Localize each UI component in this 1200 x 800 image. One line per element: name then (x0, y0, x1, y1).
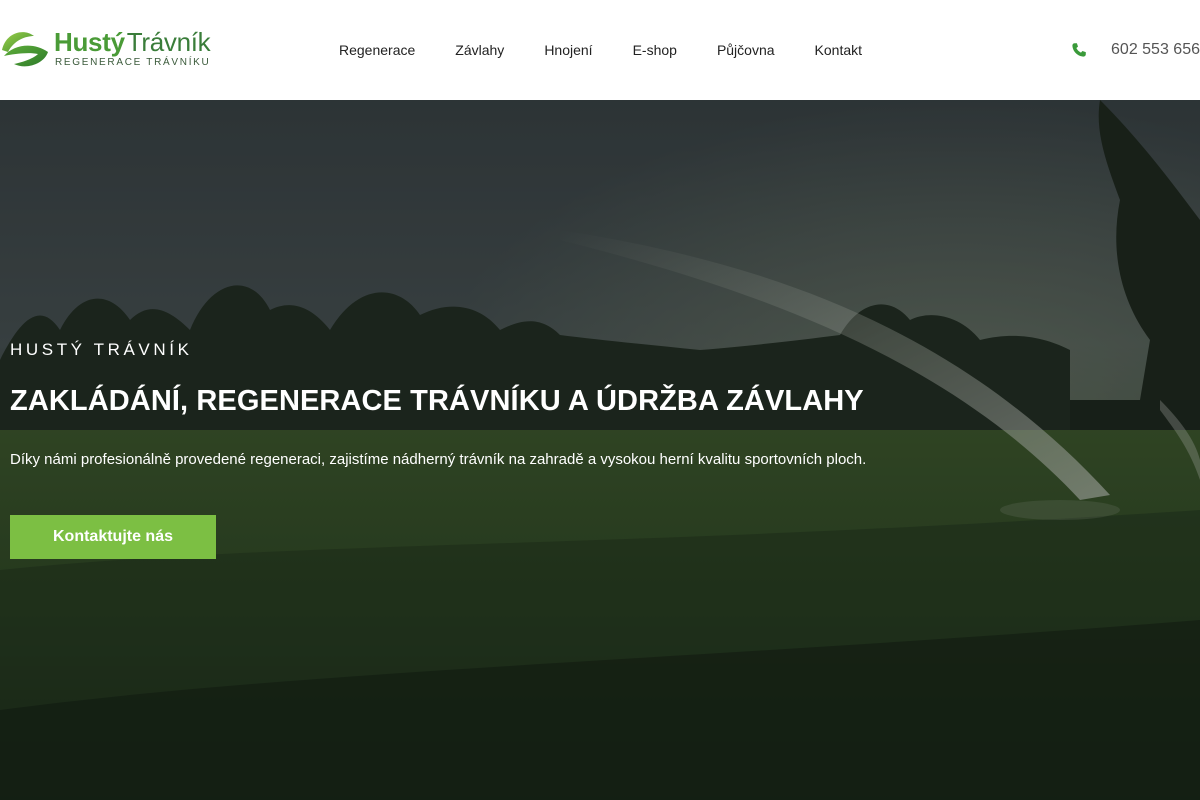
contact-us-button[interactable]: Kontaktujte nás (10, 515, 216, 559)
nav-item-regenerace[interactable]: Regenerace (319, 0, 435, 100)
nav-item-hnojeni[interactable]: Hnojení (524, 0, 612, 100)
phone-contact[interactable]: 602 553 656 (1071, 0, 1200, 100)
hero-kicker: HUSTÝ TRÁVNÍK (10, 340, 193, 359)
site-header: HustýTrávník REGENERACE TRÁVNÍKU Regener… (0, 0, 1200, 100)
leaf-logo-icon (2, 32, 48, 67)
logo-tagline: REGENERACE TRÁVNÍKU (55, 57, 211, 68)
nav-item-pujcovna[interactable]: Půjčovna (697, 0, 795, 100)
phone-number[interactable]: 602 553 656 (1111, 41, 1200, 59)
logo-title-part2: Trávník (126, 27, 211, 57)
hero-description: Díky námi profesionálně provedené regene… (10, 451, 867, 468)
hero-title: ZAKLÁDÁNÍ, REGENERACE TRÁVNÍKU A ÚDRŽBA … (10, 385, 864, 417)
phone-icon (1072, 43, 1086, 57)
logo-title-part1: Hustý (54, 27, 125, 57)
hero-section: HUSTÝ TRÁVNÍK ZAKLÁDÁNÍ, REGENERACE TRÁV… (0, 100, 1200, 800)
nav-item-zavlahy[interactable]: Závlahy (435, 0, 524, 100)
nav-item-kontakt[interactable]: Kontakt (795, 0, 882, 100)
hero-overlay (0, 100, 1200, 800)
logo[interactable]: HustýTrávník REGENERACE TRÁVNÍKU (0, 26, 211, 70)
nav-item-eshop[interactable]: E-shop (613, 0, 697, 100)
logo-title: HustýTrávník (54, 27, 211, 57)
main-nav: Regenerace Závlahy Hnojení E-shop Půjčov… (319, 0, 882, 100)
